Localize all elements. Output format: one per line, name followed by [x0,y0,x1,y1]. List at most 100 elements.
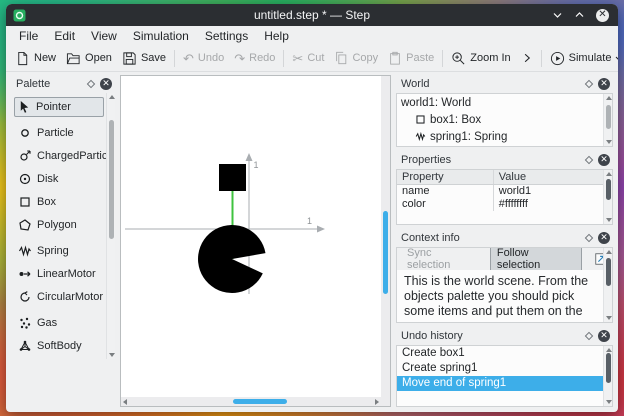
tree-item-spring1[interactable]: spring1: Spring [397,128,612,145]
scroll-thumb[interactable] [109,119,114,240]
close-button[interactable]: ✕ [596,8,609,22]
context-info-panel-header[interactable]: Context info ✕ [396,229,613,247]
close-panel-button[interactable]: ✕ [100,78,112,90]
scroll-thumb[interactable] [232,399,288,404]
close-panel-button[interactable]: ✕ [598,232,610,244]
float-panel-button[interactable] [584,79,594,89]
scroll-thumb[interactable] [606,353,611,384]
scroll-up-icon[interactable] [605,250,612,254]
undo-item-move-end-of-spring1[interactable]: Move end of spring1 [397,376,612,391]
context-text: This is the world scene. From the object… [397,270,612,322]
maximize-button[interactable] [574,10,585,20]
canvas-vertical-scrollbar[interactable] [381,76,390,397]
save-button[interactable]: Save [117,48,171,69]
scroll-up-icon[interactable] [605,348,612,352]
scroll-right-icon[interactable] [375,398,379,405]
scroll-left-icon[interactable] [123,398,127,405]
cut-button[interactable]: ✂ Cut [287,49,329,68]
new-button[interactable]: New [10,48,61,69]
titlebar[interactable]: untitled.step * — Step ✕ [6,4,618,26]
undo-history-panel-header[interactable]: Undo history ✕ [396,327,613,345]
undo-button[interactable]: ↶ Undo [178,49,229,68]
scroll-down-icon[interactable] [605,218,612,222]
menu-file[interactable]: File [11,27,46,45]
palette-item-label: CircularMotor [37,291,104,303]
toolbar-separator [283,49,285,67]
disk-object[interactable] [198,224,266,293]
palette-panel-header[interactable]: Palette ✕ [11,75,115,93]
column-header-property[interactable]: Property [397,170,494,184]
undo-item-create-box1[interactable]: Create box1 [397,346,612,361]
canvas-area[interactable]: 1 1 [120,75,391,407]
palette-item-disk[interactable]: Disk [14,169,104,189]
float-panel-button[interactable] [584,155,594,165]
close-panel-button[interactable]: ✕ [598,78,610,90]
menu-settings[interactable]: Settings [197,27,256,45]
menu-simulation[interactable]: Simulation [125,27,197,45]
simulate-button[interactable]: Simulate [545,48,618,69]
paste-button[interactable]: Paste [383,48,439,68]
scroll-up-icon[interactable] [605,96,612,100]
table-row[interactable]: name world1 [397,185,612,198]
zoom-in-button[interactable]: Zoom In [446,48,515,69]
box1-object[interactable] [219,164,246,191]
float-panel-button[interactable] [584,233,594,243]
palette-item-pointer[interactable]: Pointer [14,97,104,117]
palette-item-label: ChargedParticle [37,150,115,162]
scroll-down-icon[interactable] [605,316,612,320]
copy-button[interactable]: Copy [329,48,383,68]
float-panel-button[interactable] [86,79,96,89]
palette-item-softbody[interactable]: SoftBody [14,336,104,356]
scroll-down-icon[interactable] [108,353,115,357]
undo-item-create-spring1[interactable]: Create spring1 [397,361,612,376]
toolbar-overflow-button[interactable] [516,49,538,67]
palette-item-polygon[interactable]: Polygon [14,215,104,235]
world-panel: World ✕ world1: World box1: Box spring1:… [396,75,613,147]
palette-scrollbar[interactable] [106,93,115,359]
palette-item-gas[interactable]: Gas [14,313,104,333]
tree-item-box1[interactable]: box1: Box [397,111,612,128]
minimize-button[interactable] [552,10,563,20]
canvas-horizontal-scrollbar[interactable] [121,397,381,406]
box-icon [415,114,426,125]
palette-item-chargedparticle[interactable]: ChargedParticle [14,146,115,166]
scroll-thumb[interactable] [606,105,611,129]
scroll-down-icon[interactable] [605,140,612,144]
palette-item-label: Polygon [37,219,77,231]
box-icon [18,195,32,209]
undo-history-list: Create box1 Create spring1 Move end of s… [396,345,613,407]
open-button[interactable]: Open [61,48,117,69]
world-scrollbar[interactable] [603,94,612,146]
close-panel-button[interactable]: ✕ [598,154,610,166]
float-panel-button[interactable] [584,331,594,341]
palette-item-particle[interactable]: Particle [14,123,104,143]
scroll-thumb[interactable] [606,178,611,201]
palette-item-spring[interactable]: Spring [14,241,104,261]
table-row[interactable]: color #ffffffff [397,198,612,211]
context-scrollbar[interactable] [603,248,612,322]
tree-item-world1[interactable]: world1: World [397,94,612,111]
palette-item-circularmotor[interactable]: CircularMotor [14,287,104,307]
menu-view[interactable]: View [83,27,125,45]
scroll-thumb[interactable] [383,210,388,295]
scroll-down-icon[interactable] [605,400,612,404]
undo-history-panel-title: Undo history [401,330,463,342]
palette-item-box[interactable]: Box [14,192,104,212]
properties-panel-header[interactable]: Properties ✕ [396,151,613,169]
column-header-value[interactable]: Value [494,170,612,184]
scroll-up-icon[interactable] [108,95,115,99]
scroll-up-icon[interactable] [605,172,612,176]
menu-edit[interactable]: Edit [46,27,83,45]
world-panel-header[interactable]: World ✕ [396,75,613,93]
scroll-thumb[interactable] [606,258,611,287]
redo-button[interactable]: ↷ Redo [229,49,280,68]
palette-item-linearmotor[interactable]: LinearMotor [14,264,104,284]
undo-scrollbar[interactable] [603,346,612,406]
scene-svg[interactable]: 1 1 [121,76,383,398]
softbody-icon [18,339,32,353]
polygon-icon [18,218,32,232]
close-icon: ✕ [598,78,610,90]
properties-scrollbar[interactable] [603,170,612,224]
close-panel-button[interactable]: ✕ [598,330,610,342]
menu-help[interactable]: Help [256,27,297,45]
